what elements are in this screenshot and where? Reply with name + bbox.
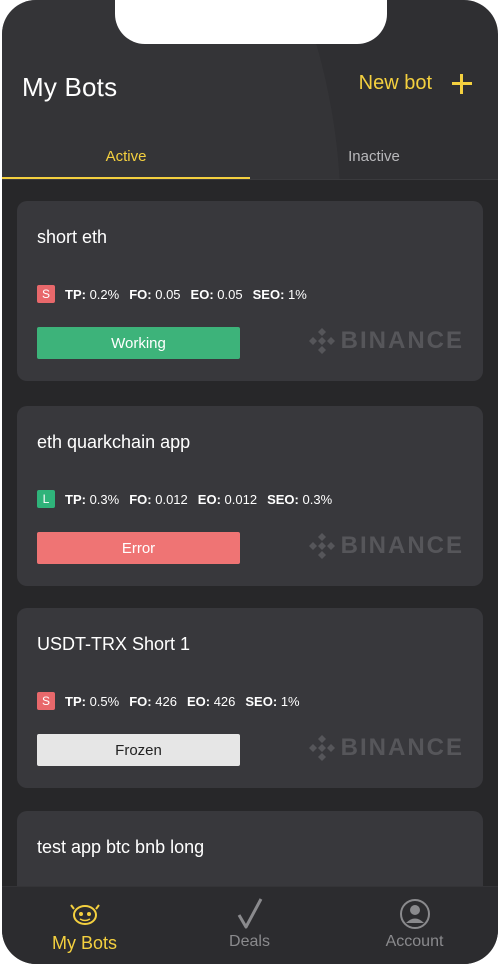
fo-stat: FO: 426	[129, 693, 177, 709]
status-badge[interactable]: Error	[37, 532, 240, 564]
fo-stat: FO: 0.012	[129, 491, 188, 507]
exchange-name: BINANCE	[340, 327, 464, 354]
binance-icon	[308, 328, 335, 354]
bot-name: eth quarkchain app	[37, 432, 191, 452]
eo-stat: EO: 426	[186, 693, 236, 709]
status-badge[interactable]: Frozen	[37, 734, 240, 766]
bot-list[interactable]: short eth S TP: 0.2% FO: 0.05 EO: 0.05 S…	[2, 180, 498, 886]
exchange-name: BINANCE	[340, 734, 464, 761]
eo-stat: EO: 0.012	[197, 491, 258, 507]
eo-stat: EO: 0.05	[190, 286, 243, 302]
nav-label: My Bots	[51, 933, 117, 953]
bot-name: USDT-TRX Short 1	[37, 634, 191, 654]
nav-my-bots[interactable]: My Bots	[2, 887, 167, 964]
fo-stat: FO: 0.05	[129, 286, 181, 302]
bot-card[interactable]: test app btc bnb long	[17, 811, 483, 886]
bot-name: test app btc bnb long	[37, 837, 205, 857]
phone-frame: My Bots New bot Active Inactive short et…	[2, 0, 498, 964]
bot-card[interactable]: USDT-TRX Short 1 S TP: 0.5% FO: 426 EO: …	[17, 608, 483, 788]
binance-logo: BINANCE	[307, 733, 464, 763]
binance-logo: BINANCE	[307, 326, 464, 356]
bot-card[interactable]: short eth S TP: 0.2% FO: 0.05 EO: 0.05 S…	[17, 201, 483, 381]
side-badge: S	[37, 285, 55, 303]
bot-face-icon	[69, 897, 100, 931]
nav-account[interactable]: Account	[332, 887, 497, 964]
bottom-nav: My Bots Deals Account	[2, 886, 498, 964]
nav-deals[interactable]: Deals	[167, 887, 332, 964]
new-bot-label: New bot	[358, 72, 432, 94]
binance-icon	[308, 735, 335, 761]
bot-card[interactable]: eth quarkchain app L TP: 0.3% FO: 0.012 …	[17, 406, 483, 586]
device-notch	[115, 0, 387, 44]
new-bot-button[interactable]: New bot	[359, 72, 472, 95]
bot-stats: S TP: 0.5% FO: 426 EO: 426 SEO: 1%	[37, 692, 310, 710]
seo-stat: SEO: 1%	[245, 693, 300, 709]
tp-stat: TP: 0.2%	[65, 286, 120, 302]
plus-icon	[452, 73, 472, 94]
page-title: My Bots	[22, 72, 118, 102]
side-badge: L	[37, 490, 55, 508]
tp-stat: TP: 0.3%	[65, 491, 120, 507]
nav-label: Deals	[229, 933, 270, 950]
side-badge: S	[37, 692, 55, 710]
bot-status-tabs: Active Inactive	[2, 132, 498, 180]
user-circle-icon	[399, 897, 431, 931]
nav-label: Account	[385, 933, 444, 950]
binance-icon	[308, 533, 335, 559]
seo-stat: SEO: 0.3%	[267, 491, 333, 507]
status-badge[interactable]: Working	[37, 327, 240, 359]
bot-stats: S TP: 0.2% FO: 0.05 EO: 0.05 SEO: 1%	[37, 285, 317, 303]
bot-stats: L TP: 0.3% FO: 0.012 EO: 0.012 SEO: 0.3%	[37, 490, 342, 508]
tab-inactive[interactable]: Inactive	[250, 132, 498, 180]
checkmark-icon	[236, 897, 264, 931]
exchange-name: BINANCE	[340, 532, 464, 559]
seo-stat: SEO: 1%	[252, 286, 307, 302]
tab-active[interactable]: Active	[2, 132, 250, 180]
tp-stat: TP: 0.5%	[65, 693, 120, 709]
binance-logo: BINANCE	[307, 531, 464, 561]
bot-name: short eth	[37, 227, 108, 247]
